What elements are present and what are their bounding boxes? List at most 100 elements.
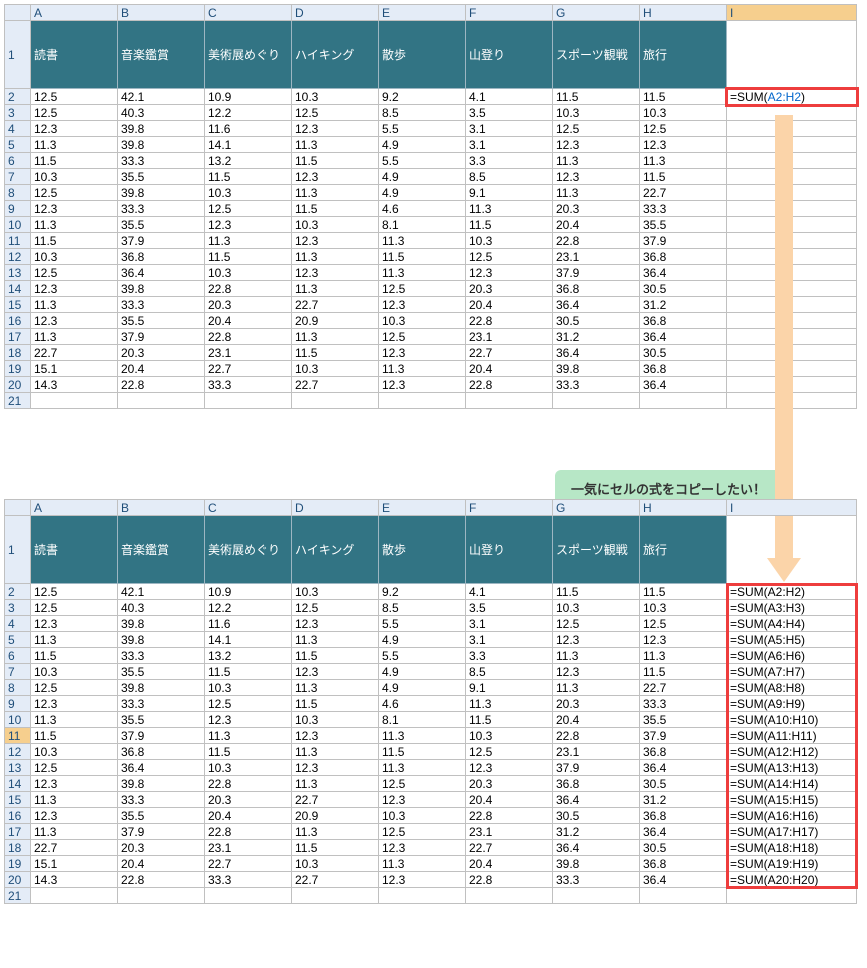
cell[interactable]: 11.5 (292, 840, 379, 856)
cell[interactable]: 33.3 (118, 696, 205, 712)
cell[interactable]: 12.3 (379, 872, 466, 888)
table-header-cell[interactable]: スポーツ観戦 (553, 516, 640, 584)
cell[interactable] (379, 393, 466, 409)
cell[interactable]: 12.5 (31, 185, 118, 201)
cell[interactable]: 36.8 (640, 249, 727, 265)
cell[interactable]: 20.4 (205, 808, 292, 824)
cell[interactable]: 23.1 (553, 249, 640, 265)
cell[interactable]: 39.8 (118, 680, 205, 696)
cell[interactable] (292, 393, 379, 409)
cell[interactable]: 11.5 (640, 89, 727, 105)
cell[interactable]: 12.3 (292, 121, 379, 137)
spreadsheet-bottom[interactable]: ABCDEFGHI1読書音楽鑑賞美術展めぐりハイキング散歩山登りスポーツ観戦旅行… (4, 499, 857, 904)
cell[interactable]: 33.3 (640, 201, 727, 217)
cell[interactable]: 36.4 (553, 297, 640, 313)
column-header-D[interactable]: D (292, 500, 379, 516)
cell[interactable]: 35.5 (640, 712, 727, 728)
cell[interactable]: 10.3 (379, 313, 466, 329)
formula-cell[interactable]: =SUM(A5:H5) (727, 632, 857, 648)
select-all-corner[interactable] (5, 500, 31, 516)
cell[interactable]: 8.5 (379, 600, 466, 616)
cell[interactable]: 36.4 (118, 760, 205, 776)
formula-cell[interactable]: =SUM(A3:H3) (727, 600, 857, 616)
table-header-cell[interactable]: 散歩 (379, 516, 466, 584)
cell[interactable]: 9.2 (379, 584, 466, 600)
cell[interactable]: 11.5 (31, 648, 118, 664)
cell[interactable]: 20.3 (118, 840, 205, 856)
cell[interactable]: 3.5 (466, 600, 553, 616)
cell[interactable]: 12.3 (292, 760, 379, 776)
cell[interactable]: 4.9 (379, 680, 466, 696)
column-header-D[interactable]: D (292, 5, 379, 21)
row-header-1[interactable]: 1 (5, 21, 31, 89)
cell[interactable]: 23.1 (205, 840, 292, 856)
cell[interactable]: 11.3 (31, 712, 118, 728)
cell[interactable]: 35.5 (118, 664, 205, 680)
cell[interactable]: 23.1 (466, 824, 553, 840)
cell[interactable]: 33.3 (640, 696, 727, 712)
cell[interactable]: 10.3 (292, 712, 379, 728)
cell[interactable]: 11.5 (466, 217, 553, 233)
cell[interactable]: 22.8 (466, 313, 553, 329)
cell[interactable]: 4.9 (379, 664, 466, 680)
row-header-7[interactable]: 7 (5, 664, 31, 680)
cell[interactable] (205, 888, 292, 904)
cell[interactable]: 5.5 (379, 121, 466, 137)
cell[interactable]: 12.5 (205, 201, 292, 217)
cell[interactable]: 22.7 (640, 185, 727, 201)
cell[interactable]: 12.5 (31, 584, 118, 600)
cell[interactable]: 12.3 (466, 265, 553, 281)
cell[interactable]: 33.3 (118, 792, 205, 808)
cell[interactable]: 3.1 (466, 632, 553, 648)
cell[interactable]: 22.7 (292, 872, 379, 888)
cell[interactable]: 11.5 (205, 744, 292, 760)
cell[interactable] (727, 888, 857, 904)
cell[interactable]: 20.4 (466, 297, 553, 313)
cell[interactable]: 10.3 (553, 105, 640, 121)
cell[interactable]: 14.3 (31, 872, 118, 888)
cell[interactable]: 20.4 (205, 313, 292, 329)
row-header-17[interactable]: 17 (5, 329, 31, 345)
cell[interactable]: 39.8 (118, 632, 205, 648)
cell[interactable]: 10.3 (292, 89, 379, 105)
cell[interactable]: 11.5 (292, 201, 379, 217)
cell[interactable]: 11.3 (292, 632, 379, 648)
cell[interactable]: 10.3 (31, 664, 118, 680)
cell[interactable]: 36.8 (640, 361, 727, 377)
cell[interactable]: 14.1 (205, 632, 292, 648)
row-header-12[interactable]: 12 (5, 249, 31, 265)
cell[interactable]: 11.5 (466, 712, 553, 728)
cell[interactable]: 3.5 (466, 105, 553, 121)
cell[interactable]: 31.2 (553, 329, 640, 345)
cell[interactable] (727, 21, 857, 89)
cell[interactable]: 12.3 (553, 137, 640, 153)
cell[interactable]: 12.5 (379, 824, 466, 840)
cell[interactable]: 22.8 (205, 824, 292, 840)
row-header-3[interactable]: 3 (5, 105, 31, 121)
cell[interactable]: 12.3 (31, 281, 118, 297)
cell[interactable]: 37.9 (640, 728, 727, 744)
cell[interactable]: 13.2 (205, 153, 292, 169)
cell[interactable]: 4.9 (379, 185, 466, 201)
cell[interactable]: 35.5 (640, 217, 727, 233)
table-header-cell[interactable]: 旅行 (640, 21, 727, 89)
table-header-cell[interactable]: 旅行 (640, 516, 727, 584)
cell[interactable]: 11.3 (379, 856, 466, 872)
cell[interactable]: 12.3 (292, 664, 379, 680)
formula-cell[interactable]: =SUM(A12:H12) (727, 744, 857, 760)
cell[interactable]: 12.5 (640, 616, 727, 632)
row-header-5[interactable]: 5 (5, 137, 31, 153)
cell[interactable]: 12.3 (640, 137, 727, 153)
cell[interactable]: 23.1 (205, 345, 292, 361)
cell[interactable]: 22.8 (466, 872, 553, 888)
cell[interactable]: 11.3 (31, 632, 118, 648)
cell[interactable]: 20.4 (118, 856, 205, 872)
cell[interactable]: 8.5 (466, 169, 553, 185)
cell[interactable]: 8.1 (379, 712, 466, 728)
cell[interactable]: 20.3 (553, 201, 640, 217)
column-header-E[interactable]: E (379, 500, 466, 516)
cell[interactable]: 10.3 (379, 808, 466, 824)
cell[interactable] (205, 393, 292, 409)
cell[interactable]: 3.3 (466, 648, 553, 664)
cell[interactable] (31, 393, 118, 409)
